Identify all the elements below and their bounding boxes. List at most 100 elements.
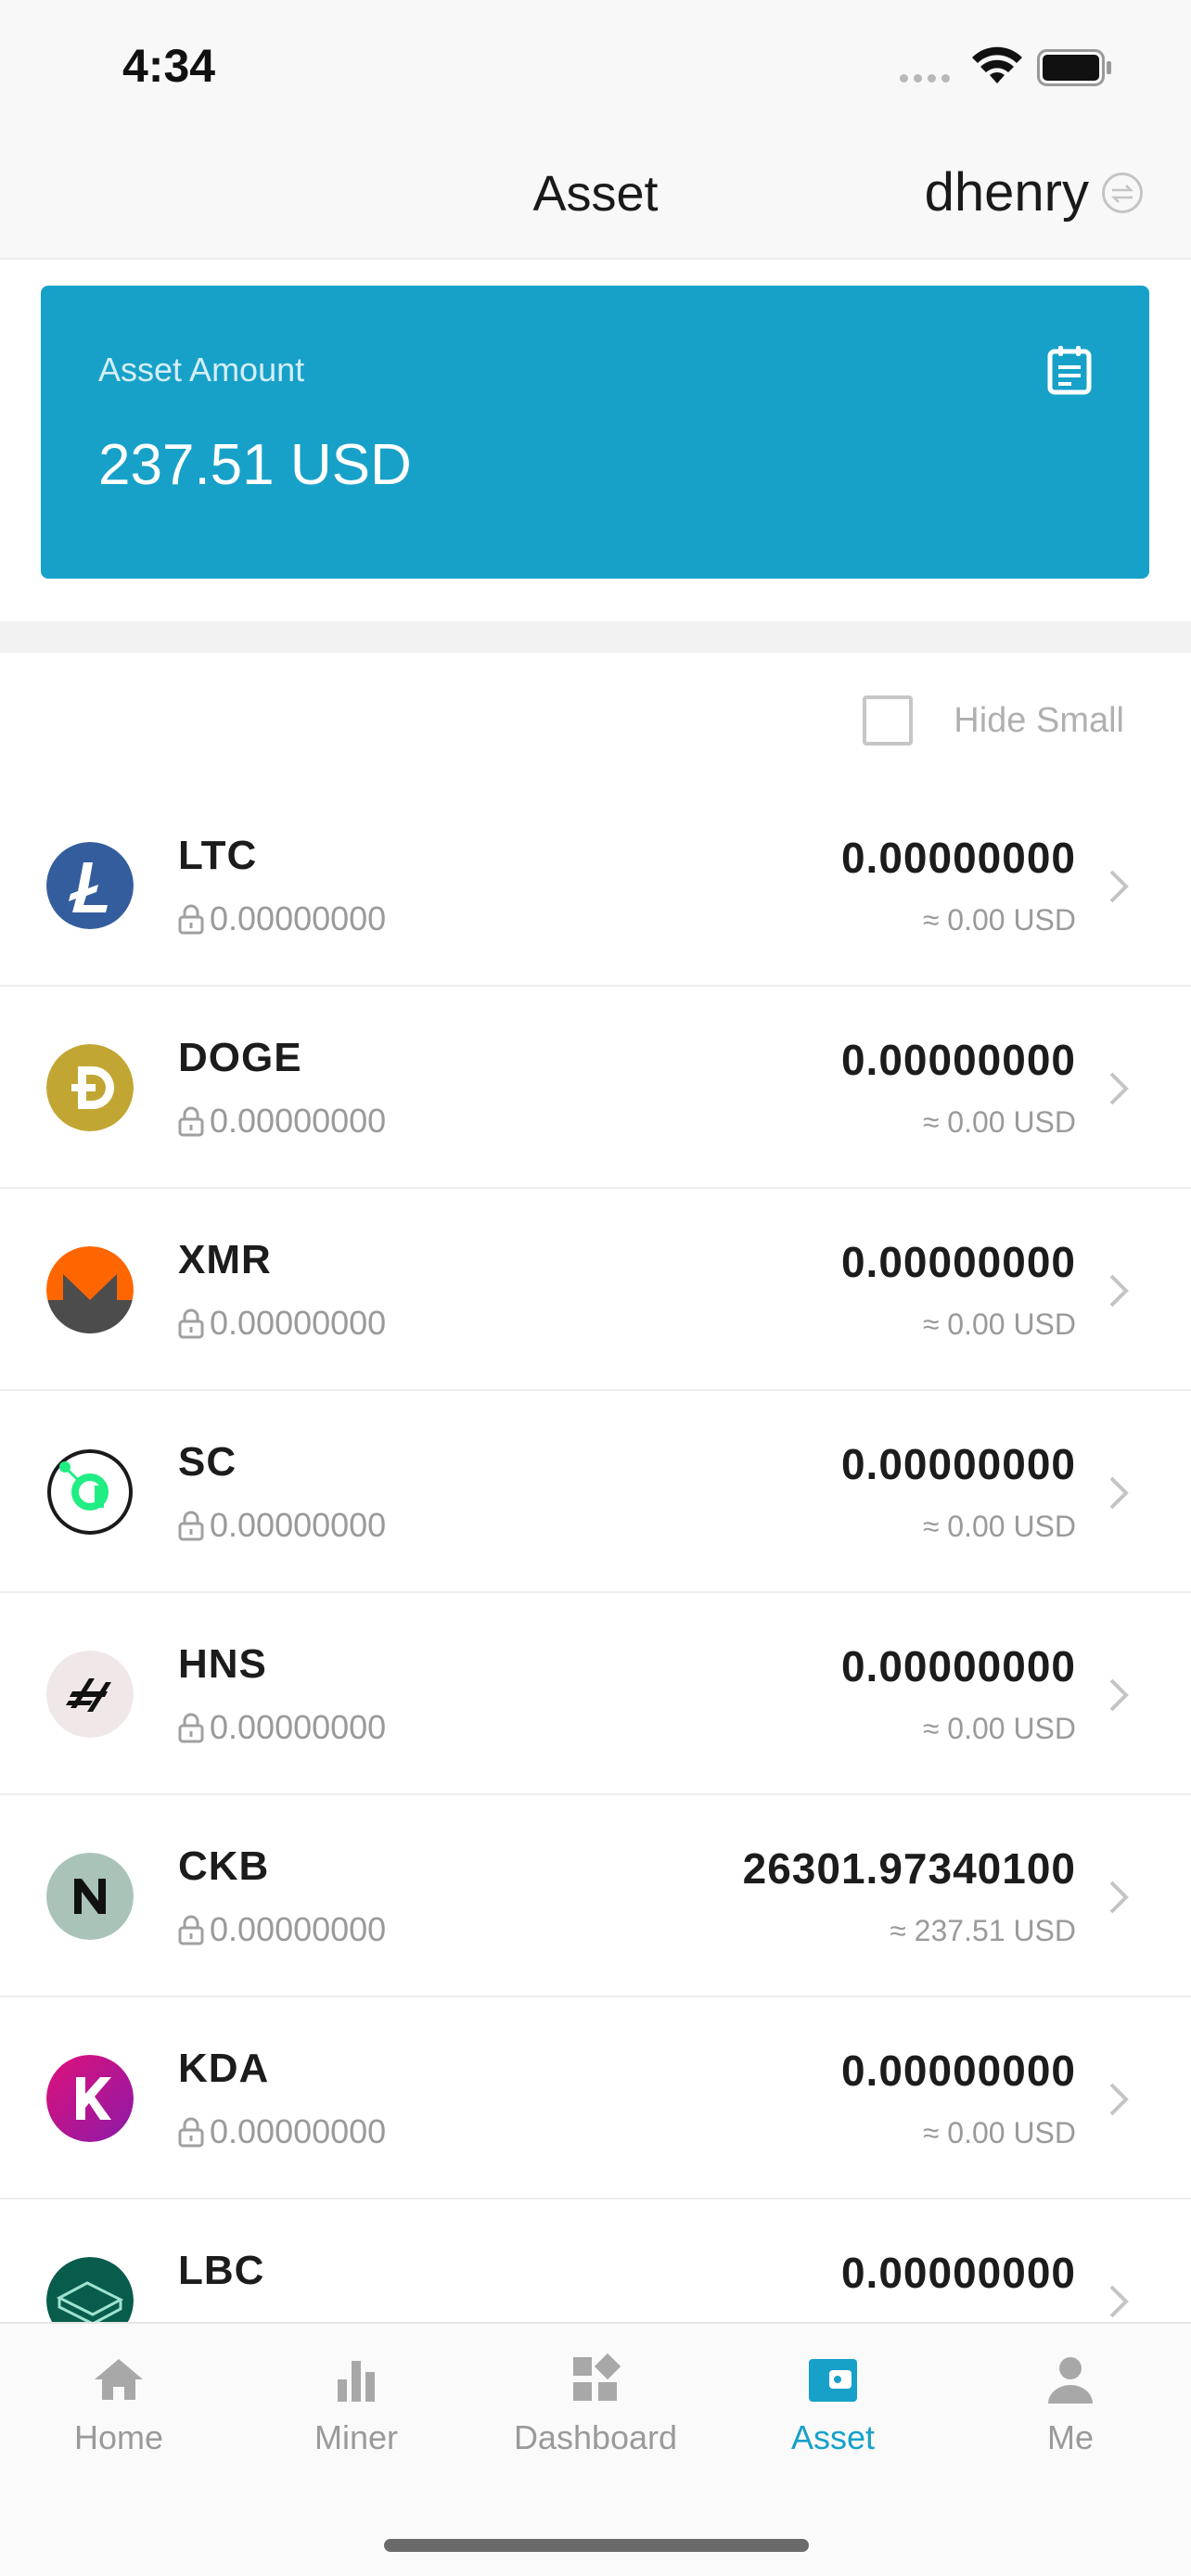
chevron-right-icon [1109,1678,1129,1712]
home-icon [95,2359,143,2400]
hide-small-checkbox[interactable] [863,695,914,746]
bill-record-icon[interactable] [1047,345,1092,395]
coin-symbol: LBC [178,2248,265,2293]
coin-row-xmr[interactable]: XMR 0.00000000 0.00000000 ≈ 0.00 USD [0,1189,1191,1391]
section-divider [0,621,1191,653]
coin-balance: 0.00000000 [840,834,1076,882]
wifi-icon [972,46,1022,83]
user-icon [1048,2357,1093,2404]
asset-summary-card: Asset Amount 237.51 USD [41,286,1149,579]
coin-locked-balance: 0.00000000 [178,2112,386,2151]
tab-label: Home [73,2418,164,2456]
coin-locked-value: 0.00000000 [210,1304,387,1342]
chevron-right-icon [1109,870,1129,903]
lock-icon [178,1308,204,1339]
asset-amount-value: 237.51 USD [98,433,412,497]
coin-symbol: DOGE [178,1035,302,1080]
battery-icon [1037,49,1111,86]
coin-usd-value: ≈ 0.00 USD [922,903,1076,937]
status-time: 4:34 [122,40,216,92]
coin-symbol: HNS [178,1641,267,1687]
tab-dashboard[interactable]: Dashboard [477,2352,714,2457]
coin-locked-balance: 0.00000000 [178,1304,386,1343]
coin-symbol: CKB [178,1843,270,1889]
coin-locked-balance: 0.00000000 [178,1506,386,1545]
tab-label: Me [1046,2418,1094,2456]
coin-symbol: SC [178,1439,237,1485]
tab-label: Dashboard [513,2418,678,2456]
coin-balance: 0.00000000 [840,1238,1076,1286]
lock-icon [178,1511,204,1541]
nav-bar: Asset dhenry [0,130,1191,260]
coin-balance: 0.00000000 [840,1036,1076,1084]
coin-row-ckb[interactable]: CKB 0.00000000 26301.97340100 ≈ 237.51 U… [0,1795,1191,1997]
chevron-right-icon [1109,2083,1129,2116]
coin-row-hns[interactable]: HNS 0.00000000 0.00000000 ≈ 0.00 USD [0,1593,1191,1795]
coin-balance: 0.00000000 [840,2249,1076,2297]
tab-bar: Home Miner Dashboard Asset Me [0,2322,1191,2576]
account-switcher[interactable]: dhenry [925,161,1143,223]
lock-icon [178,904,204,935]
chevron-right-icon [1109,2285,1129,2318]
tab-label: Asset [790,2418,876,2456]
coin-row-sc[interactable]: SC 0.00000000 0.00000000 ≈ 0.00 USD [0,1391,1191,1593]
coin-locked-balance: 0.00000000 [178,1102,386,1141]
dashboard-icon [573,2353,621,2401]
coin-row-ltc[interactable]: LTC 0.00000000 0.00000000 ≈ 0.00 USD [0,784,1191,987]
tab-asset[interactable]: Asset [714,2352,952,2457]
hns-logo-icon [46,1651,134,1738]
coin-locked-value: 0.00000000 [210,2112,387,2150]
coin-usd-value: ≈ 0.00 USD [922,1105,1076,1139]
coin-locked-balance: 0.00000000 [178,1708,386,1747]
coin-row-doge[interactable]: DOGE 0.00000000 0.00000000 ≈ 0.00 USD [0,987,1191,1189]
sc-logo-icon [46,1448,134,1536]
asset-amount-label: Asset Amount [98,351,305,389]
coin-locked-balance: 0.00000000 [178,1910,386,1949]
tab-me[interactable]: Me [952,2352,1189,2457]
coin-symbol: XMR [178,1237,272,1282]
kda-logo-icon [46,2055,134,2142]
tab-miner[interactable]: Miner [237,2352,475,2457]
coin-balance: 0.00000000 [840,1642,1076,1690]
coin-usd-value: ≈ 0.00 USD [922,1307,1076,1341]
coin-usd-value: ≈ 0.00 USD [922,1712,1076,1745]
coin-locked-value: 0.00000000 [210,1506,387,1544]
coin-row-kda[interactable]: KDA 0.00000000 0.00000000 ≈ 0.00 USD [0,1997,1191,2200]
ltc-logo-icon [46,842,134,929]
chevron-right-icon [1109,1476,1129,1510]
ckb-logo-icon [46,1853,134,1940]
lock-icon [178,1106,204,1137]
lock-icon [178,1915,204,1945]
status-bar: 4:34 [0,0,1191,130]
wallet-icon [809,2359,857,2402]
chevron-right-icon [1109,1274,1129,1307]
bar-chart-icon [338,2361,375,2402]
coin-usd-value: ≈ 237.51 USD [890,1914,1076,1947]
hide-small-toggle[interactable]: Hide Small [863,695,1124,746]
username: dhenry [924,162,1089,223]
coin-symbol: LTC [178,833,258,878]
doge-logo-icon [46,1044,134,1131]
coin-usd-value: ≈ 0.00 USD [922,1510,1076,1543]
lock-icon [178,2117,204,2148]
coin-usd-value: ≈ 0.00 USD [922,2116,1076,2149]
coin-balance: 0.00000000 [840,1440,1076,1488]
coin-balance: 26301.97340100 [742,1844,1076,1893]
coin-locked-value: 0.00000000 [210,1102,387,1140]
coin-locked-value: 0.00000000 [210,1708,387,1746]
coin-balance: 0.00000000 [840,2047,1076,2095]
home-indicator[interactable] [384,2539,809,2552]
xmr-logo-icon [46,1246,134,1333]
hide-small-label: Hide Small [954,700,1124,740]
chevron-right-icon [1109,1881,1129,1914]
tab-home[interactable]: Home [0,2352,237,2457]
cellular-signal-icon [900,74,950,83]
chevron-right-icon [1109,1072,1129,1105]
coin-symbol: KDA [178,2046,270,2091]
coin-locked-balance: 0.00000000 [178,899,386,938]
tab-label: Miner [314,2418,399,2456]
coin-locked-value: 0.00000000 [210,1910,387,1948]
coin-locked-value: 0.00000000 [210,899,387,937]
lock-icon [178,1713,204,1743]
coin-list: LTC 0.00000000 0.00000000 ≈ 0.00 USD DOG… [0,784,1191,2402]
